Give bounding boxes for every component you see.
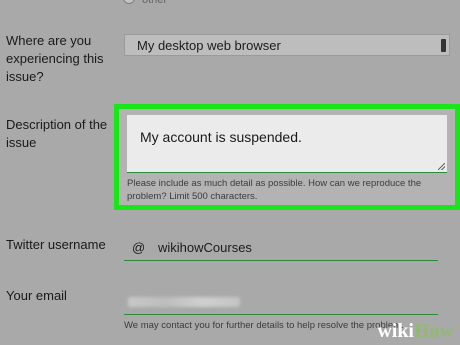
email-help-text: We may contact you for further details t… [124, 320, 404, 331]
description-value: My account is suspended. [140, 129, 302, 145]
radio-other[interactable] [123, 0, 135, 4]
radio-other-label: other [142, 0, 168, 6]
twitter-username-input[interactable]: @ wikihowCourses [124, 236, 438, 261]
description-label: Description of the issue [6, 117, 108, 150]
email-blurred-value [128, 297, 240, 307]
resize-grip-icon[interactable] [438, 163, 445, 170]
email-label: Your email [6, 288, 67, 303]
email-input[interactable] [124, 290, 438, 315]
wikihow-logo: wikiHow [377, 320, 454, 342]
select-arrow-icon [441, 39, 446, 52]
issue-location-value: My desktop web browser [137, 38, 281, 53]
description-highlight-box: My account is suspended. Please include … [114, 104, 460, 210]
description-textarea[interactable]: My account is suspended. [127, 115, 447, 173]
at-prefix: @ [132, 240, 146, 255]
issue-location-label: Where are you experiencing this issue? [6, 33, 104, 84]
description-help-text: Please include as much detail as possibl… [127, 178, 422, 202]
twitter-username-value: wikihowCourses [158, 240, 252, 255]
issue-location-select[interactable]: My desktop web browser [124, 34, 450, 56]
twitter-label: Twitter username [6, 237, 106, 252]
